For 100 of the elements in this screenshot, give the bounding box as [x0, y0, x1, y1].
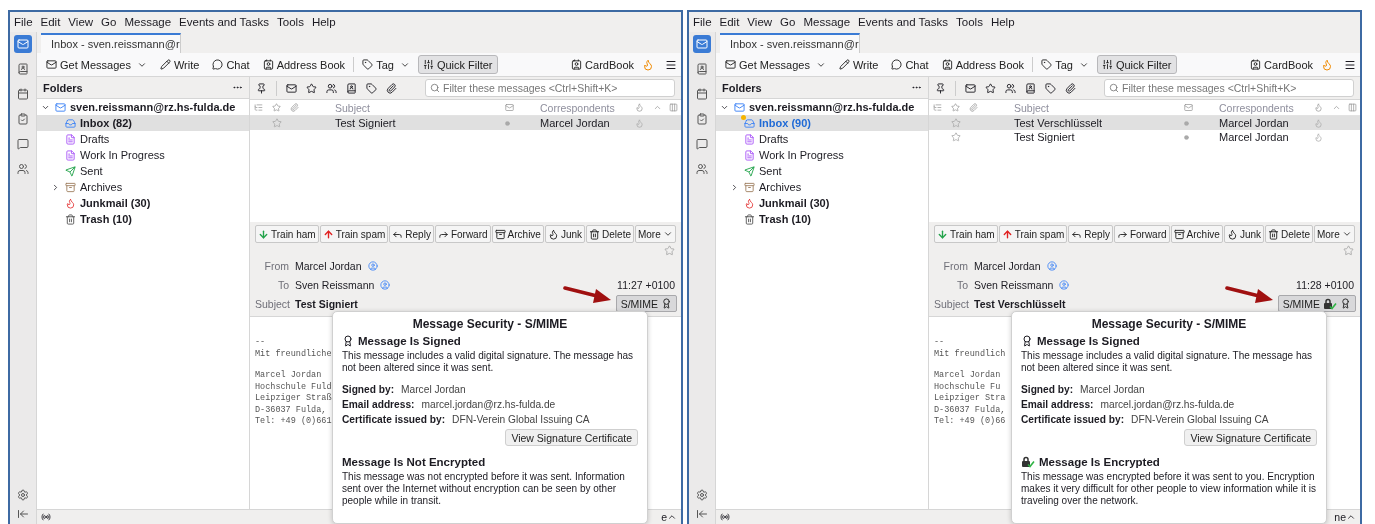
paperclip-icon[interactable]: [386, 82, 397, 94]
chevron-right-icon[interactable]: [51, 182, 60, 192]
menu-item[interactable]: Go: [780, 16, 796, 28]
menu-item[interactable]: File: [14, 16, 33, 28]
action-button[interactable]: More: [634, 225, 676, 243]
folder-item[interactable]: Sent: [37, 163, 249, 179]
paperclip-icon[interactable]: [290, 103, 299, 112]
filter-field[interactable]: Filter these messages <Ctrl+Shift+K>: [425, 79, 675, 97]
read-dot-icon[interactable]: [505, 120, 510, 126]
collapse-icon[interactable]: [696, 508, 708, 520]
star-icon[interactable]: [272, 118, 282, 128]
toolbar-button[interactable]: Chat: [886, 55, 934, 74]
thread-icon[interactable]: [933, 103, 942, 112]
account-row[interactable]: sven.reissmann@rz.hs-fulda.de: [37, 99, 249, 115]
menu-icon[interactable]: [1344, 58, 1356, 71]
folder-item[interactable]: Inbox (90): [716, 115, 928, 131]
tag-icon[interactable]: [366, 82, 377, 94]
toolbar-button[interactable]: Get Messages: [720, 55, 831, 74]
action-button[interactable]: Junk: [1223, 225, 1265, 243]
message-row[interactable]: Test Signiert Marcel Jordan: [250, 116, 681, 130]
menu-item[interactable]: Tools: [277, 16, 304, 28]
column-picker-icon[interactable]: [669, 103, 678, 112]
view-certificate-button[interactable]: View Signature Certificate: [505, 429, 638, 446]
star-icon[interactable]: [951, 132, 961, 142]
folder-item[interactable]: Trash (10): [37, 211, 249, 227]
action-button[interactable]: Delete: [586, 225, 634, 243]
folder-item[interactable]: Drafts: [37, 131, 249, 147]
column-picker-icon[interactable]: [1348, 103, 1357, 112]
chevron-right-icon[interactable]: [730, 182, 739, 192]
smime-button[interactable]: S/MIME: [1277, 295, 1356, 312]
message-row[interactable]: Test Verschlüsselt Marcel Jordan: [929, 116, 1360, 130]
action-button[interactable]: Forward: [1113, 225, 1170, 243]
star-icon[interactable]: [664, 244, 675, 256]
folder-item[interactable]: Junkmail (30): [716, 195, 928, 211]
star-icon[interactable]: [272, 103, 281, 112]
toolbar-button[interactable]: Quick Filter: [1096, 55, 1177, 74]
tag-icon[interactable]: [1045, 82, 1056, 94]
toolbar-button[interactable]: Tag: [1036, 55, 1094, 74]
flame-icon[interactable]: [642, 58, 654, 71]
space-button[interactable]: [14, 35, 32, 53]
folder-item[interactable]: Drafts: [716, 131, 928, 147]
action-button[interactable]: Reply: [1068, 225, 1113, 243]
message-row[interactable]: Test Signiert Marcel Jordan: [929, 130, 1360, 144]
menu-item[interactable]: Events and Tasks: [179, 16, 270, 28]
thread-icon[interactable]: [254, 103, 263, 112]
cardbook-button[interactable]: CardBook: [1245, 55, 1318, 74]
space-button[interactable]: [693, 35, 711, 53]
filter-field[interactable]: Filter these messages <Ctrl+Shift+K>: [1104, 79, 1354, 97]
address-book-icon[interactable]: [1025, 82, 1036, 94]
menu-item[interactable]: Help: [990, 16, 1015, 28]
account-row[interactable]: sven.reissmann@rz.hs-fulda.de: [716, 99, 928, 115]
address-book-icon[interactable]: [346, 82, 357, 94]
smime-button[interactable]: S/MIME: [615, 295, 677, 312]
sender-name[interactable]: Marcel Jordan: [974, 259, 1041, 272]
online-status-icon[interactable]: [41, 512, 51, 522]
menu-item[interactable]: Edit: [40, 16, 61, 28]
view-certificate-button[interactable]: View Signature Certificate: [1184, 429, 1317, 446]
pin-icon[interactable]: [256, 82, 267, 94]
chevron-up-icon[interactable]: [667, 512, 677, 522]
pin-icon[interactable]: [935, 82, 946, 94]
folder-item[interactable]: Work In Progress: [37, 147, 249, 163]
menu-item[interactable]: Message: [803, 16, 851, 28]
menu-item[interactable]: File: [693, 16, 712, 28]
toolbar-button[interactable]: Address Book: [936, 55, 1030, 74]
action-button[interactable]: More: [1313, 225, 1355, 243]
action-button[interactable]: Archive: [1170, 225, 1223, 243]
folder-item[interactable]: Junkmail (30): [37, 195, 249, 211]
menu-item[interactable]: Events and Tasks: [858, 16, 949, 28]
menu-item[interactable]: Tools: [956, 16, 983, 28]
paperclip-icon[interactable]: [1065, 82, 1076, 94]
cardbook-button[interactable]: CardBook: [566, 55, 639, 74]
action-button[interactable]: Forward: [434, 225, 491, 243]
read-dot-icon[interactable]: [1184, 134, 1189, 140]
toolbar-button[interactable]: Tag: [357, 55, 415, 74]
folder-item[interactable]: Trash (10): [716, 211, 928, 227]
menu-item[interactable]: View: [68, 16, 94, 28]
recipient-name[interactable]: Sven Reissmann: [295, 278, 375, 291]
menu-item[interactable]: Edit: [719, 16, 740, 28]
menu-item[interactable]: View: [747, 16, 773, 28]
menu-icon[interactable]: [665, 58, 677, 71]
action-button[interactable]: Reply: [389, 225, 434, 243]
settings-icon[interactable]: [17, 489, 29, 501]
toolbar-button[interactable]: Write: [154, 55, 205, 74]
action-button[interactable]: Train spam: [319, 225, 389, 243]
menu-item[interactable]: Help: [311, 16, 336, 28]
status-text[interactable]: e: [661, 511, 667, 523]
tab[interactable]: Inbox - sven.reissmann@r: [720, 33, 860, 53]
folder-item[interactable]: Work In Progress: [716, 147, 928, 163]
read-dot-icon[interactable]: [1184, 120, 1189, 126]
toolbar-button[interactable]: Quick Filter: [417, 55, 498, 74]
settings-icon[interactable]: [696, 489, 708, 501]
contact-icon[interactable]: [326, 82, 337, 94]
sender-name[interactable]: Marcel Jordan: [295, 259, 362, 272]
chevron-up-icon[interactable]: [1346, 512, 1356, 522]
menu-item[interactable]: Message: [124, 16, 172, 28]
action-button[interactable]: Archive: [491, 225, 544, 243]
toolbar-button[interactable]: Chat: [207, 55, 255, 74]
folder-item[interactable]: Sent: [716, 163, 928, 179]
contact-icon[interactable]: [1005, 82, 1016, 94]
menu-item[interactable]: Go: [101, 16, 117, 28]
